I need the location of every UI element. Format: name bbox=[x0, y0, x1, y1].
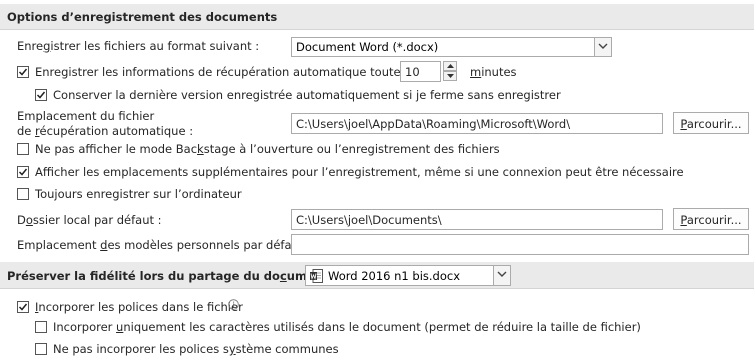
word-document-icon bbox=[310, 269, 323, 283]
autorecover-location-value: C:\Users\joel\AppData\Roaming\Microsoft\… bbox=[296, 117, 571, 131]
minutes-value: 10 bbox=[405, 65, 420, 79]
keep-last-version-checkbox[interactable] bbox=[35, 89, 47, 101]
templates-location-input[interactable] bbox=[291, 234, 749, 255]
fidelity-document-dropdown[interactable]: Word 2016 n1 bis.docx bbox=[305, 265, 511, 286]
info-icon[interactable] bbox=[228, 299, 239, 310]
minutes-unit-label: minutes bbox=[470, 65, 517, 79]
always-local-label: Toujours enregistrer sur l’ordinateur bbox=[35, 187, 242, 201]
save-format-label: Enregistrer les fichiers au format suiva… bbox=[17, 39, 260, 53]
default-local-label: Dossier local par défaut : bbox=[17, 213, 162, 227]
embed-used-only-label: Incorporer uniquement les caractères uti… bbox=[53, 320, 641, 334]
keep-last-version-label: Conserver la dernière version enregistré… bbox=[53, 88, 561, 102]
browse-autorecover-button[interactable]: Parcourir... bbox=[673, 112, 749, 134]
no-backstage-label: Ne pas afficher le mode Backstage à l’ou… bbox=[35, 142, 500, 156]
templates-location-label: Emplacement des modèles personnels par d… bbox=[17, 238, 311, 252]
save-format-dropdown[interactable]: Document Word (*.docx) bbox=[291, 37, 612, 57]
autorecover-label: Enregistrer les informations de récupéra… bbox=[35, 65, 427, 79]
embed-fonts-checkbox[interactable] bbox=[17, 301, 29, 313]
browse-default-local-button[interactable]: Parcourir... bbox=[673, 208, 749, 230]
spin-up-button[interactable] bbox=[443, 61, 457, 71]
fidelity-document-value: Word 2016 n1 bis.docx bbox=[328, 269, 461, 283]
autorecover-minutes-input[interactable]: 10 bbox=[400, 61, 441, 82]
embed-fonts-label: Incorporer les polices dans le fichier bbox=[35, 300, 243, 314]
save-format-value: Document Word (*.docx) bbox=[296, 40, 439, 54]
fidelity-header: Préserver la fidélité lors du partage du… bbox=[0, 262, 754, 289]
show-locations-label: Afficher les emplacements supplémentaire… bbox=[35, 165, 684, 179]
always-local-checkbox[interactable] bbox=[17, 188, 29, 200]
chevron-down-icon[interactable] bbox=[594, 38, 611, 56]
embed-used-only-checkbox[interactable] bbox=[35, 321, 47, 333]
chevron-down-icon[interactable] bbox=[493, 266, 510, 285]
autorecover-checkbox[interactable] bbox=[17, 66, 29, 78]
section-title: Options d’enregistrement des documents bbox=[7, 10, 278, 24]
fidelity-title: Préserver la fidélité lors du partage du… bbox=[7, 269, 337, 283]
show-locations-checkbox[interactable] bbox=[17, 166, 29, 178]
autorecover-location-label-line1: Emplacement du fichier bbox=[17, 109, 155, 123]
default-local-value: C:\Users\joel\Documents\ bbox=[296, 213, 442, 227]
default-local-input[interactable]: C:\Users\joel\Documents\ bbox=[291, 209, 663, 230]
no-system-fonts-checkbox[interactable] bbox=[35, 343, 47, 355]
save-options-header: Options d’enregistrement des documents bbox=[0, 4, 754, 30]
no-backstage-checkbox[interactable] bbox=[17, 143, 29, 155]
autorecover-location-input[interactable]: C:\Users\joel\AppData\Roaming\Microsoft\… bbox=[291, 113, 663, 134]
browse-label: Parcourir... bbox=[680, 117, 742, 131]
spin-down-button[interactable] bbox=[443, 71, 457, 81]
autorecover-location-label-line2: de récupération automatique : bbox=[17, 124, 194, 138]
no-system-fonts-label: Ne pas incorporer les polices système co… bbox=[53, 342, 339, 356]
browse-label: Parcourir... bbox=[680, 213, 742, 227]
